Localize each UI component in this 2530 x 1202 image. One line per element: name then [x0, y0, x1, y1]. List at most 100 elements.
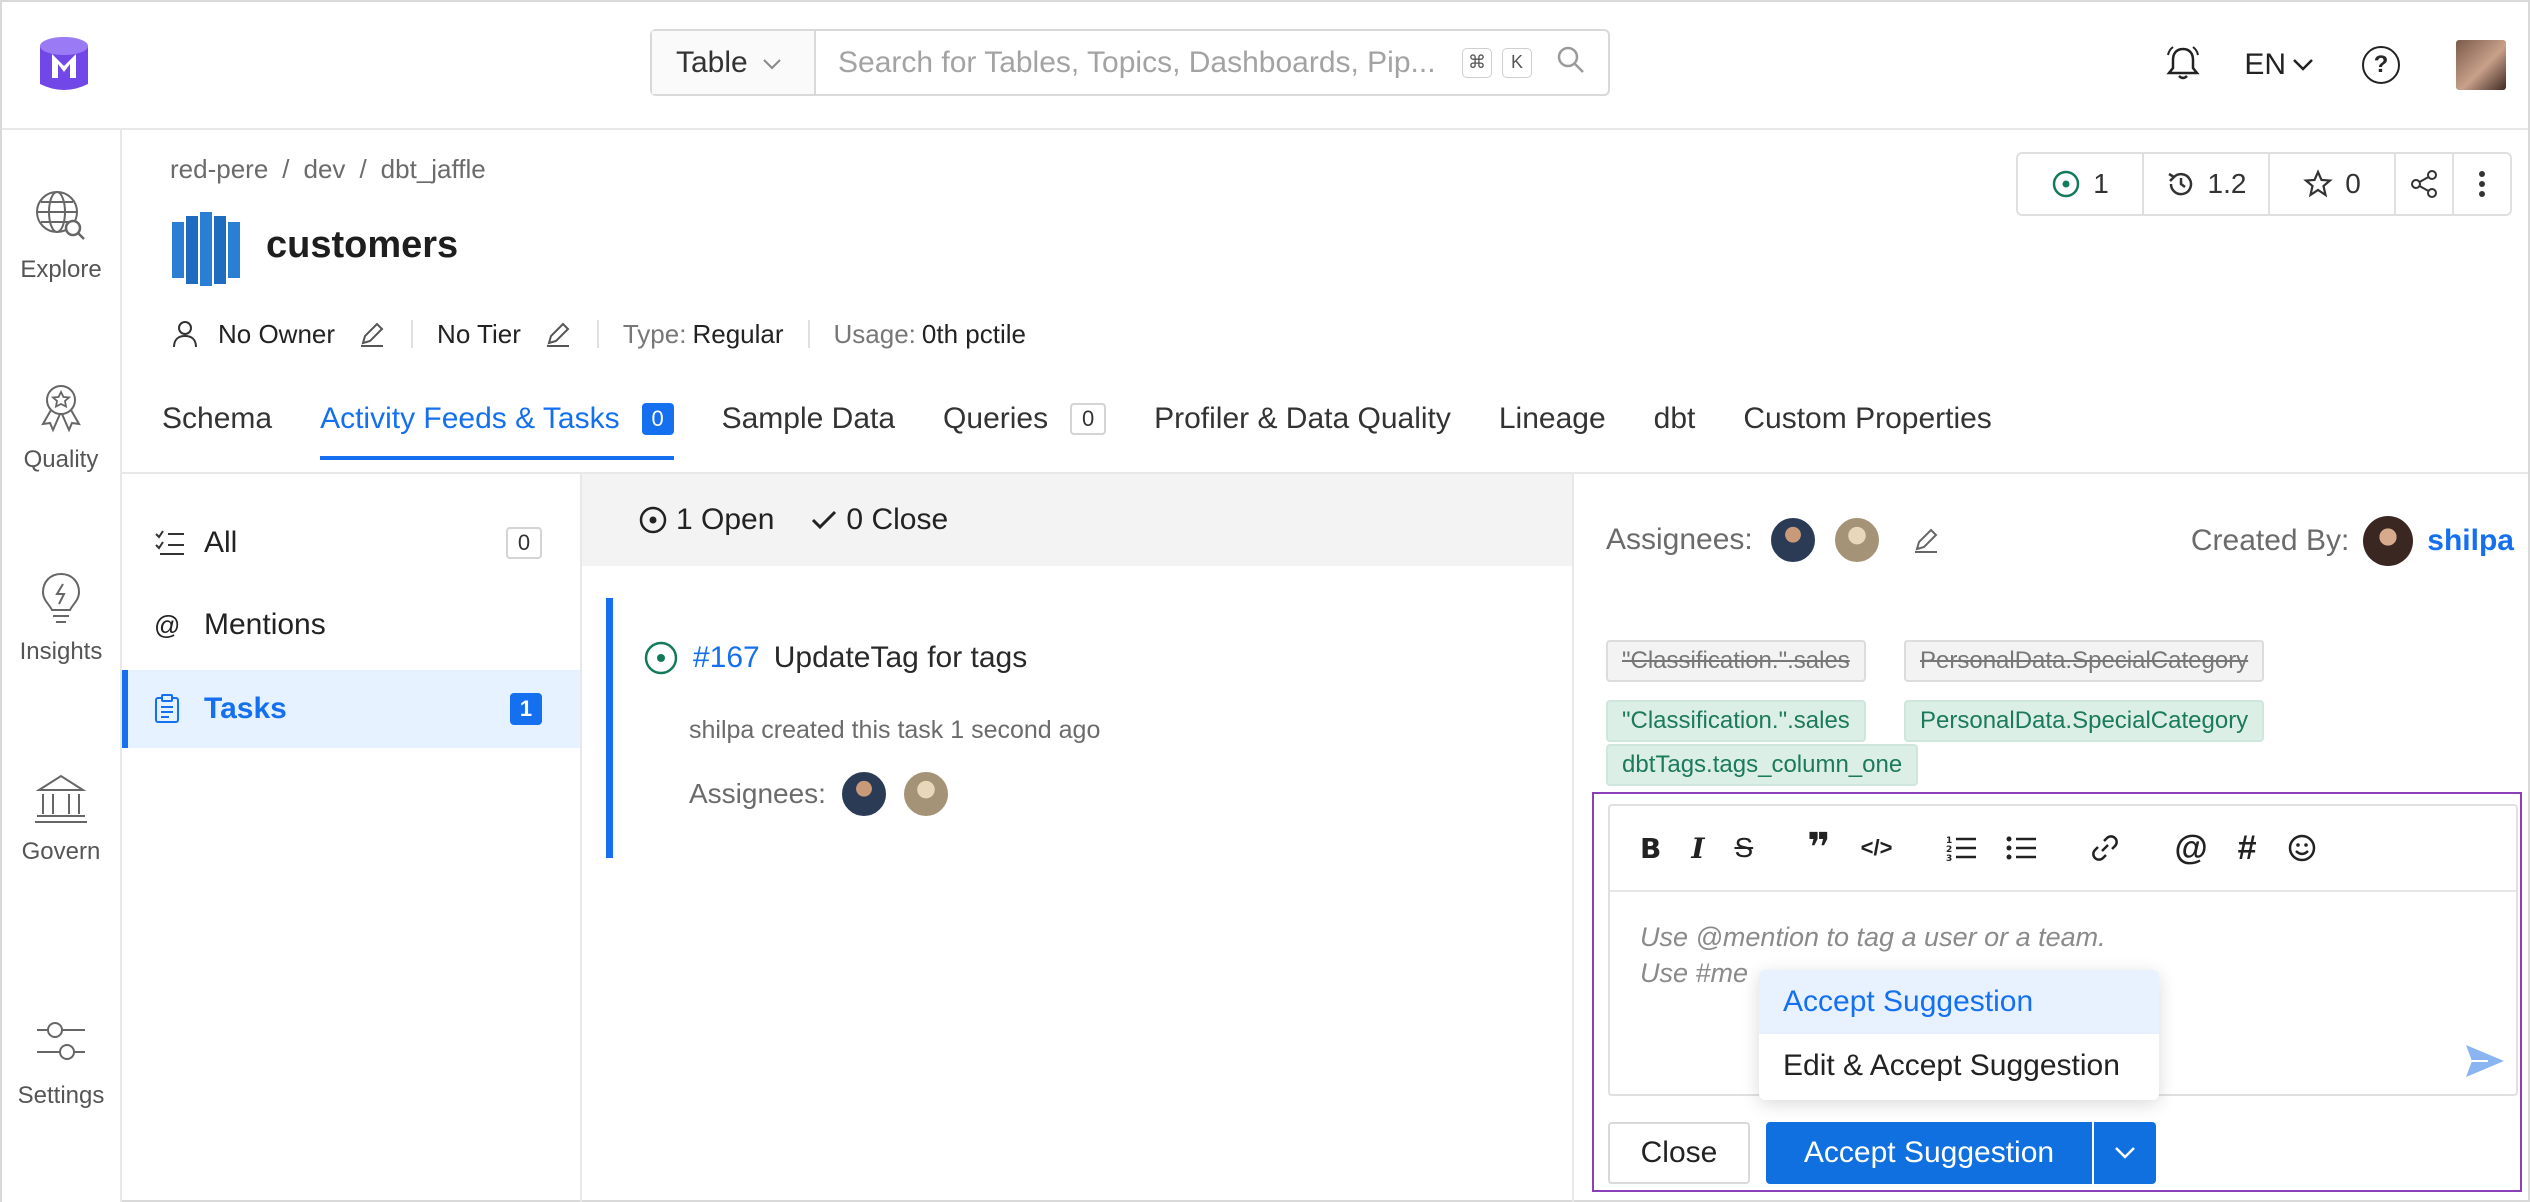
avatar[interactable]	[901, 770, 950, 818]
tab-sample-data[interactable]: Sample Data	[722, 402, 895, 458]
nav-govern[interactable]: Govern	[2, 770, 120, 866]
filter-count: 0	[506, 527, 542, 559]
avatar[interactable]	[839, 770, 888, 818]
task-card[interactable]: #167 UpdateTag for tags shilpa created t…	[606, 598, 1546, 858]
filter-mentions[interactable]: @ Mentions	[122, 586, 580, 664]
task-list-panel: 1 Open 0 Close #167 UpdateTag for tags s…	[582, 474, 1574, 1202]
nav-settings[interactable]: Settings	[2, 1014, 120, 1110]
type-key: Type:	[622, 318, 687, 349]
kebab-menu-icon	[2479, 171, 2485, 197]
star-button[interactable]: 0	[2270, 154, 2396, 214]
link-icon[interactable]	[2090, 833, 2120, 863]
send-icon[interactable]	[2464, 1043, 2506, 1084]
more-options-button[interactable]	[2454, 154, 2510, 214]
user-icon	[173, 321, 197, 348]
tab-custom-properties[interactable]: Custom Properties	[1743, 402, 1991, 458]
nav-explore[interactable]: Explore	[2, 188, 120, 284]
quality-icon	[41, 385, 81, 433]
close-task-button[interactable]: Close	[1608, 1122, 1750, 1184]
task-open-icon	[644, 641, 678, 675]
task-title: UpdateTag for tags	[773, 641, 1028, 674]
open-tasks-toggle[interactable]: 1 Open	[638, 503, 774, 537]
code-icon[interactable]: </>	[1861, 835, 1893, 861]
meta-divider	[596, 320, 599, 348]
settings-icon	[37, 1022, 85, 1060]
old-tag: PersonalData.SpecialCategory	[1904, 640, 2265, 682]
kbd-cmd: ⌘	[1462, 47, 1492, 78]
edit-assignees-icon[interactable]	[1911, 525, 1941, 555]
accept-options-toggle[interactable]	[2094, 1122, 2156, 1184]
edit-tier-icon[interactable]	[543, 319, 573, 349]
new-tag: dbtTags.tags_column_one	[1606, 744, 1919, 786]
notification-bell-icon[interactable]	[2166, 45, 2200, 86]
list-check-icon	[154, 529, 190, 557]
usage-key: Usage:	[833, 318, 916, 349]
nav-quality-label: Quality	[23, 446, 99, 473]
avatar[interactable]	[2363, 516, 2414, 566]
meta-divider	[807, 320, 810, 348]
tab-label: Schema	[162, 402, 273, 435]
avatar[interactable]	[1768, 516, 1817, 564]
mention-icon[interactable]: @	[2174, 829, 2207, 868]
top-bar: Table ⌘ K EN ?	[2, 2, 2528, 130]
top-right-controls: EN ?	[2166, 32, 2506, 98]
created-by-user-link[interactable]: shilpa	[2427, 524, 2514, 558]
bold-icon[interactable]: B	[1640, 832, 1661, 865]
filter-all[interactable]: All 0	[122, 504, 580, 582]
dropdown-item-accept[interactable]: Accept Suggestion	[1759, 970, 2159, 1034]
tab-badge: 0	[641, 403, 674, 435]
ordered-list-icon[interactable]: 123	[1946, 834, 1977, 862]
filter-label: All	[204, 526, 238, 559]
bullet-list-icon[interactable]	[2006, 834, 2037, 862]
entity-actions: 1 1.2 0	[2016, 152, 2512, 216]
search-input[interactable]	[816, 31, 1462, 94]
breadcrumb-separator: /	[282, 154, 290, 184]
openmetadata-logo-icon[interactable]	[36, 32, 92, 98]
task-count: 1	[2093, 168, 2109, 199]
share-button[interactable]	[2396, 154, 2454, 214]
nav-insights[interactable]: Insights	[2, 570, 120, 666]
search-icon[interactable]	[1556, 45, 1586, 80]
created-by: Created By: shilpa	[2191, 516, 2514, 566]
meta-divider	[411, 320, 414, 348]
breadcrumb-item[interactable]: dbt_jaffle	[381, 154, 486, 185]
breadcrumb-item[interactable]: dev	[304, 154, 346, 185]
search-type-label: Table	[676, 45, 748, 79]
italic-icon[interactable]: I	[1691, 832, 1704, 865]
chevron-down-icon	[762, 50, 782, 76]
breadcrumb-item[interactable]: red-pere	[170, 154, 268, 185]
share-icon	[2411, 170, 2437, 198]
hashtag-icon[interactable]: #	[2238, 829, 2257, 868]
language-select[interactable]: EN	[2244, 48, 2314, 82]
nav-quality[interactable]: Quality	[2, 378, 120, 474]
task-count-button[interactable]: 1	[2018, 154, 2144, 214]
task-id-link[interactable]: #167	[693, 641, 760, 675]
dropdown-item-edit-accept[interactable]: Edit & Accept Suggestion	[1759, 1034, 2159, 1098]
closed-tasks-toggle[interactable]: 0 Close	[810, 503, 948, 537]
tab-label: Activity Feeds & Tasks	[320, 402, 620, 435]
tab-queries[interactable]: Queries 0	[943, 402, 1107, 458]
emoji-icon[interactable]	[2287, 833, 2317, 863]
version-value: 1.2	[2207, 168, 2247, 199]
task-title-row: #167 UpdateTag for tags	[643, 640, 1027, 676]
tab-dbt[interactable]: dbt	[1654, 402, 1696, 458]
filter-tasks[interactable]: Tasks 1	[122, 670, 580, 748]
edit-owner-icon[interactable]	[357, 319, 387, 349]
task-open-icon	[2052, 170, 2080, 198]
quote-icon[interactable]: ❞	[1807, 825, 1830, 871]
user-avatar[interactable]	[2456, 40, 2506, 90]
avatar[interactable]	[1832, 516, 1881, 564]
accept-suggestion-button[interactable]: Accept Suggestion	[1766, 1122, 2092, 1184]
tab-schema[interactable]: Schema	[162, 402, 272, 458]
strikethrough-icon[interactable]: S	[1734, 832, 1753, 864]
tab-label: Lineage	[1498, 402, 1606, 435]
editor-toolbar: B I S ❞ </> 123 @ #	[1610, 806, 2516, 892]
tab-lineage[interactable]: Lineage	[1499, 402, 1606, 458]
help-icon[interactable]: ?	[2362, 46, 2400, 84]
search-type-select[interactable]: Table	[652, 31, 816, 94]
tab-activity-feeds[interactable]: Activity Feeds & Tasks 0	[320, 402, 674, 460]
tab-profiler[interactable]: Profiler & Data Quality	[1154, 402, 1451, 458]
version-button[interactable]: 1.2	[2144, 154, 2270, 214]
entity-title: customers	[266, 224, 459, 266]
task-subtitle: shilpa created this task 1 second ago	[689, 716, 1101, 744]
